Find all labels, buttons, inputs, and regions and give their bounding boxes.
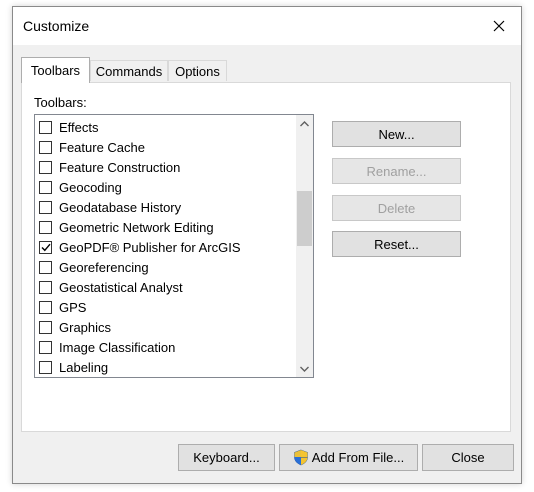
- toolbars-list-label: Toolbars:: [34, 95, 87, 110]
- toolbar-checkbox[interactable]: [39, 120, 52, 134]
- tab-toolbars[interactable]: Toolbars: [21, 57, 90, 83]
- toolbar-list-item-label: Geometric Network Editing: [59, 219, 214, 235]
- button-label: Rename...: [366, 163, 427, 179]
- toolbar-list-item[interactable]: Geometric Network Editing: [37, 217, 294, 237]
- scroll-up-button[interactable]: [296, 115, 313, 132]
- toolbar-list-item[interactable]: Labeling: [37, 357, 294, 375]
- toolbars-listbox[interactable]: Effects Feature Cache Feature Construction…: [34, 114, 314, 378]
- toolbar-list-item[interactable]: Effects: [37, 117, 294, 137]
- tab-label: Options: [175, 63, 220, 79]
- reset-toolbar-button[interactable]: Reset...: [332, 231, 461, 257]
- new-toolbar-button[interactable]: New...: [332, 121, 461, 147]
- toolbar-list-item[interactable]: Image Classification: [37, 337, 294, 357]
- toolbar-checkbox[interactable]: [39, 140, 52, 154]
- shield-icon: [293, 449, 308, 466]
- toolbar-list-item[interactable]: Geocoding: [37, 177, 294, 197]
- toolbar-list-item-label: Graphics: [59, 319, 112, 335]
- toolbar-list-item-label: Image Classification: [59, 339, 176, 355]
- tab-options[interactable]: Options: [168, 60, 227, 81]
- button-label: Add From File...: [311, 450, 405, 465]
- toolbar-list-item-label: Effects: [59, 119, 99, 135]
- tab-label: Commands: [95, 63, 163, 79]
- tab-commands[interactable]: Commands: [90, 60, 168, 81]
- toolbar-checkbox[interactable]: [39, 340, 52, 354]
- toolbar-list-item[interactable]: Feature Cache: [37, 137, 294, 157]
- toolbars-tab-panel: Toolbars: Effects Feature Cache Feature Co…: [21, 82, 511, 432]
- customize-dialog: Customize Toolbars Commands Options Tool…: [12, 6, 522, 484]
- button-label: Close: [451, 450, 485, 465]
- add-from-file-button[interactable]: Add From File...: [279, 444, 418, 471]
- toolbar-list-item[interactable]: Geodatabase History: [37, 197, 294, 217]
- button-label: New...: [378, 126, 415, 142]
- toolbar-checkbox[interactable]: [39, 360, 52, 374]
- toolbar-checkbox[interactable]: [39, 300, 52, 314]
- toolbar-checkbox[interactable]: [39, 320, 52, 334]
- toolbar-checkbox[interactable]: [39, 260, 52, 274]
- toolbar-list-item-label: Labeling: [59, 359, 109, 375]
- button-label: Delete: [377, 200, 416, 216]
- delete-toolbar-button[interactable]: Delete: [332, 195, 461, 221]
- button-label: Keyboard...: [193, 450, 260, 465]
- toolbar-checkbox[interactable]: [39, 240, 52, 254]
- toolbar-list-item-label: Geodatabase History: [59, 199, 182, 215]
- rename-toolbar-button[interactable]: Rename...: [332, 158, 461, 184]
- toolbar-list-item-label: GPS: [59, 299, 87, 315]
- list-scrollbar[interactable]: [296, 115, 313, 377]
- toolbar-checkbox[interactable]: [39, 280, 52, 294]
- title-bar: Customize: [13, 7, 521, 45]
- tab-label: Toolbars: [30, 63, 81, 78]
- toolbar-list-item[interactable]: Georeferencing: [37, 257, 294, 277]
- close-button[interactable]: Close: [422, 444, 514, 471]
- toolbar-list-item-label: Geocoding: [59, 179, 122, 195]
- toolbar-list-item[interactable]: GPS: [37, 297, 294, 317]
- close-window-button[interactable]: [477, 7, 521, 45]
- window-title: Customize: [23, 18, 90, 34]
- toolbar-list-item-label: Georeferencing: [59, 259, 149, 275]
- toolbar-checkbox[interactable]: [39, 200, 52, 214]
- button-label: Reset...: [374, 236, 419, 252]
- chevron-down-icon: [300, 366, 309, 372]
- toolbar-list-item-label: GeoPDF® Publisher for ArcGIS: [59, 239, 241, 255]
- scroll-down-button[interactable]: [296, 360, 313, 377]
- toolbar-checkbox[interactable]: [39, 180, 52, 194]
- close-icon: [493, 20, 505, 32]
- toolbar-checkbox[interactable]: [39, 220, 52, 234]
- scroll-thumb[interactable]: [297, 191, 312, 246]
- toolbars-list-items: Effects Feature Cache Feature Construction…: [37, 117, 294, 375]
- checkmark-icon: [41, 243, 51, 251]
- toolbar-checkbox[interactable]: [39, 160, 52, 174]
- toolbar-list-item[interactable]: Graphics: [37, 317, 294, 337]
- toolbar-list-item-label: Feature Cache: [59, 139, 145, 155]
- toolbar-list-item[interactable]: GeoPDF® Publisher for ArcGIS: [37, 237, 294, 257]
- toolbar-list-item-label: Feature Construction: [59, 159, 181, 175]
- keyboard-button[interactable]: Keyboard...: [178, 444, 275, 471]
- toolbar-list-item[interactable]: Feature Construction: [37, 157, 294, 177]
- toolbar-list-item[interactable]: Geostatistical Analyst: [37, 277, 294, 297]
- chevron-up-icon: [300, 120, 309, 126]
- toolbar-list-item-label: Geostatistical Analyst: [59, 279, 183, 295]
